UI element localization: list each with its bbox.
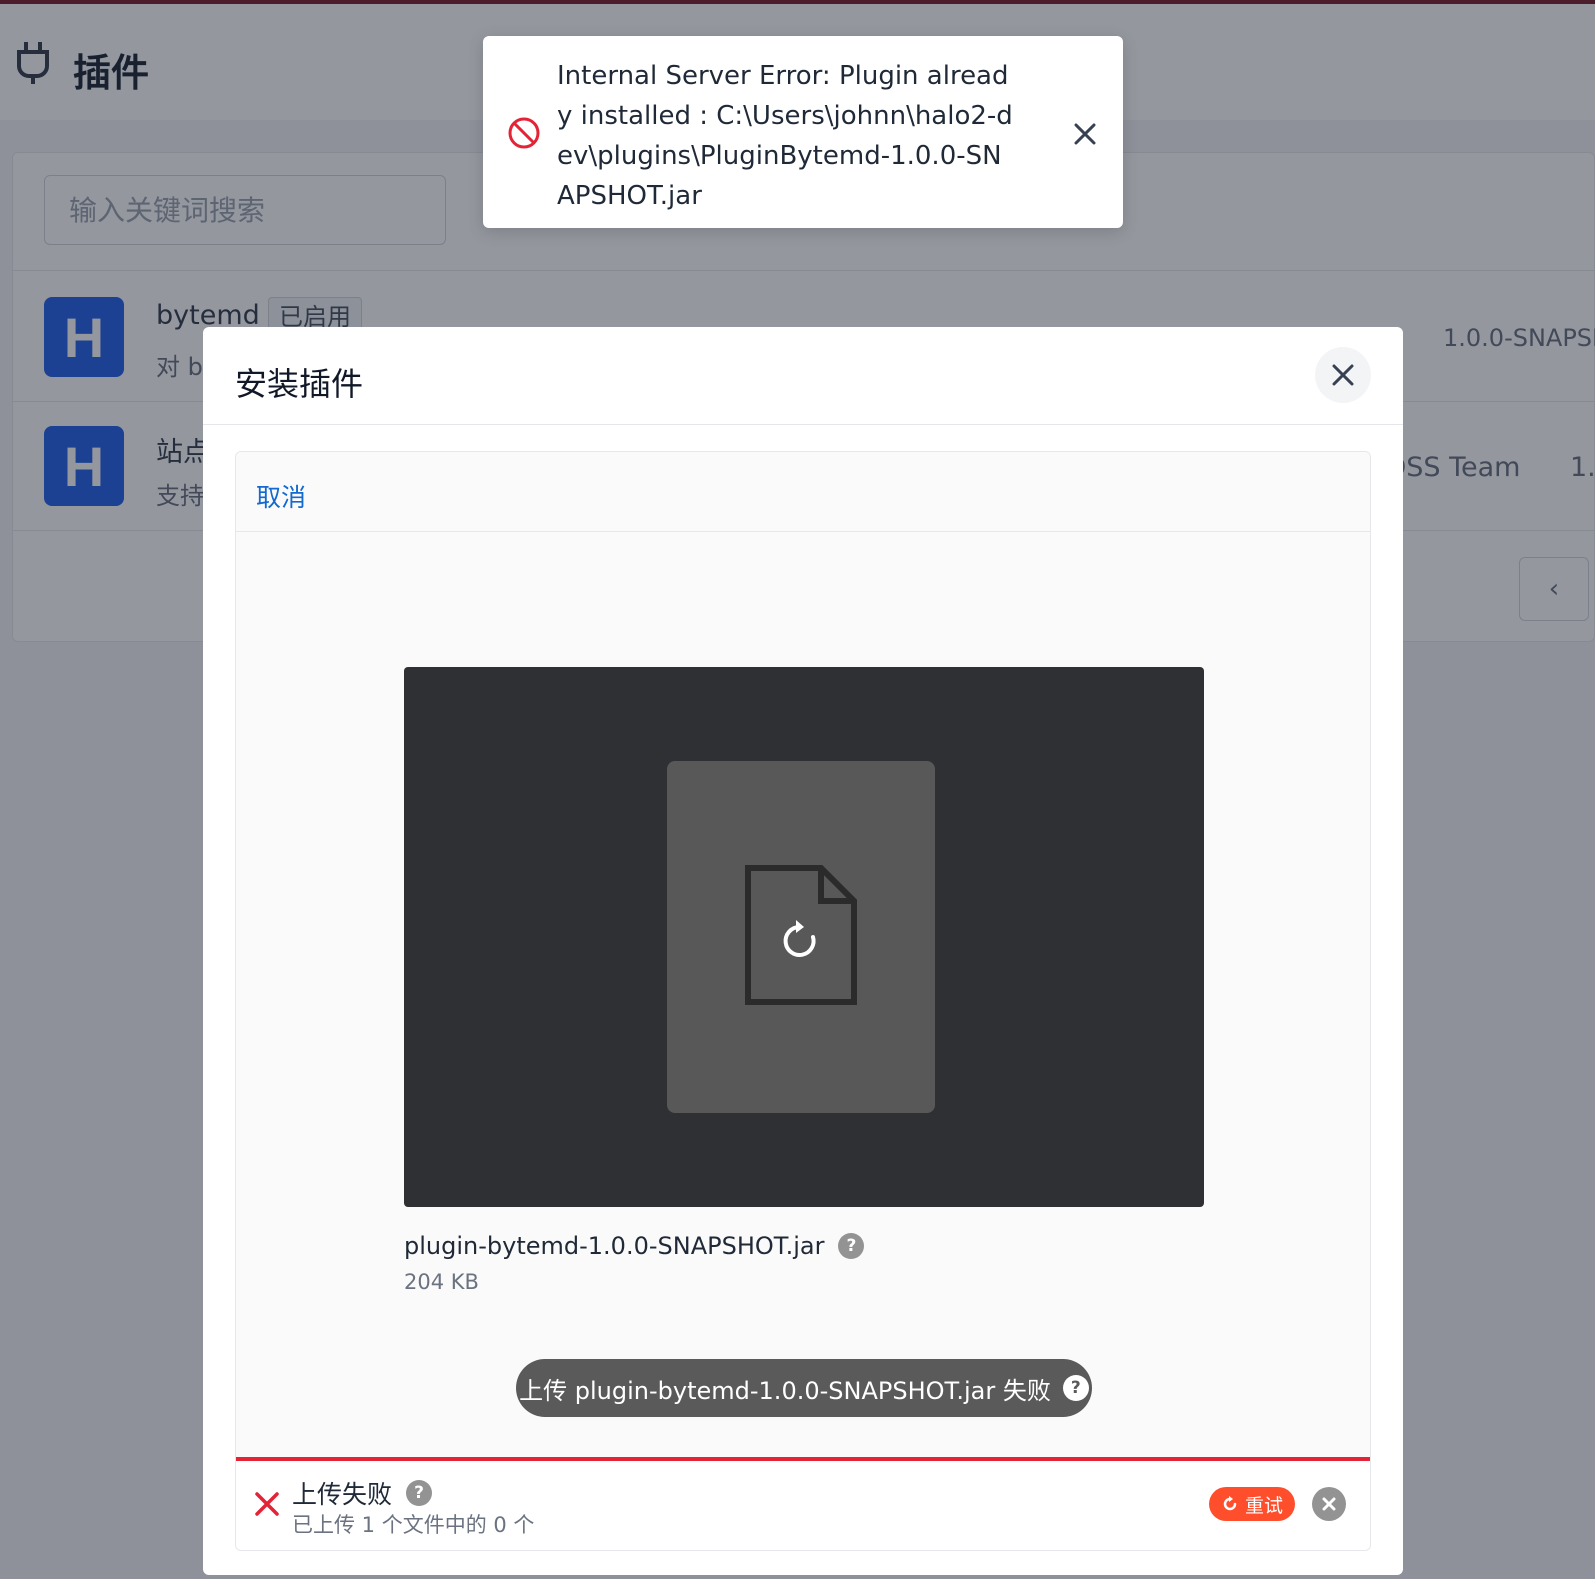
error-toast: Internal Server Error: Plugin already in…: [483, 36, 1123, 228]
cancel-upload-button[interactable]: [1312, 1487, 1346, 1521]
prohibited-icon: [508, 117, 540, 149]
retry-icon: [1223, 1496, 1237, 1511]
toast-close-button[interactable]: [1069, 118, 1101, 150]
upload-status-bar: 上传失败 ? 已上传 1 个文件中的 0 个 重试: [236, 1457, 1370, 1550]
modal-header: 安装插件: [203, 327, 1403, 425]
file-thumbnail: [667, 761, 935, 1113]
dashboard-topbar: 取消: [236, 452, 1370, 532]
close-icon: [1074, 123, 1096, 145]
status-title-text: 上传失败: [292, 1480, 393, 1509]
help-icon[interactable]: ?: [1062, 1375, 1089, 1401]
help-icon[interactable]: ?: [838, 1233, 865, 1259]
retry-button[interactable]: 重试: [1209, 1487, 1296, 1521]
upload-error-message: 上传 plugin-bytemd-1.0.0-SNAPSHOT.jar 失败 ?: [516, 1359, 1092, 1417]
status-subtitle: 已上传 1 个文件中的 0 个: [292, 1513, 535, 1537]
modal-close-button[interactable]: [1315, 347, 1371, 403]
file-size: 204 KB: [404, 1270, 479, 1294]
modal-title: 安装插件: [235, 365, 364, 403]
close-icon: [1322, 1497, 1336, 1511]
file-preview: [404, 667, 1204, 1207]
upload-dashboard: 取消 plugin-bytemd-1.0.0-SNAPSHOT.jar ? 20…: [235, 451, 1371, 1551]
file-name-text: plugin-bytemd-1.0.0-SNAPSHOT.jar: [404, 1232, 825, 1260]
install-plugin-modal: 安装插件 取消 plugin-bytemd-1.0.0-SNAPSHOT.jar: [203, 327, 1403, 1575]
upload-error-text: 上传 plugin-bytemd-1.0.0-SNAPSHOT.jar 失败: [519, 1376, 1051, 1405]
help-icon[interactable]: ?: [406, 1480, 433, 1506]
status-title: 上传失败 ?: [292, 1475, 433, 1511]
retry-label: 重试: [1245, 1494, 1284, 1517]
cancel-button[interactable]: 取消: [256, 478, 306, 514]
close-icon: [1332, 364, 1354, 386]
toast-message: Internal Server Error: Plugin already in…: [557, 61, 1013, 211]
error-x-icon: [255, 1492, 279, 1516]
file-retry-icon: [745, 865, 857, 1005]
file-name: plugin-bytemd-1.0.0-SNAPSHOT.jar ?: [404, 1232, 865, 1260]
